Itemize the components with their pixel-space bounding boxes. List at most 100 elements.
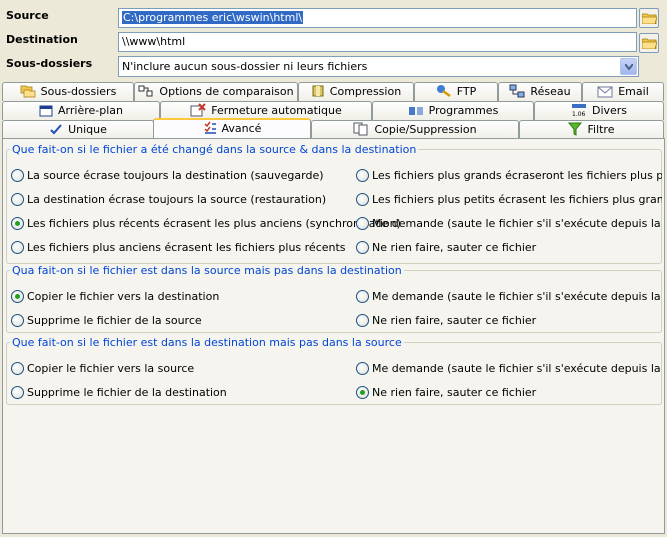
radio-option[interactable]: Les fichiers plus récents écrasent les p…	[11, 217, 401, 231]
radio-option[interactable]: Les fichiers plus grands écraseront les …	[356, 169, 662, 183]
tab-compression[interactable]: Compression	[298, 82, 414, 101]
tab-label: Filtre	[587, 123, 615, 136]
browse-destination-button[interactable]	[639, 33, 659, 53]
compare-icon	[138, 85, 153, 97]
radio-option[interactable]: Me demande (saute le fichier s'il s'exéc…	[356, 362, 662, 376]
group-title: Qua fait-on si le fichier est dans la so…	[10, 264, 404, 277]
radio-button[interactable]	[356, 362, 369, 375]
copy-icon	[353, 122, 368, 136]
autoclose-icon	[190, 103, 206, 117]
programs-icon	[408, 107, 423, 115]
radio-option[interactable]: Me demande (saute le fichier s'il s'exéc…	[356, 217, 662, 231]
radio-option[interactable]: Supprime le fichier de la source	[11, 314, 202, 328]
dropdown-button[interactable]	[620, 58, 637, 75]
source-input[interactable]: C:\programmes eric\wswin\html\	[118, 8, 637, 28]
radio-option[interactable]: Copier le fichier vers la source	[11, 362, 194, 376]
option-label: Copier le fichier vers la source	[27, 362, 195, 375]
tab-ftp[interactable]: FTP	[414, 82, 498, 101]
advanced-panel: Que fait-on si le fichier a été changé d…	[2, 138, 665, 534]
window-icon	[39, 105, 53, 117]
tab-filter[interactable]: Filtre	[519, 120, 664, 139]
radio-button[interactable]	[11, 386, 24, 399]
radio-option[interactable]: Les fichiers plus anciens écrasent les f…	[11, 241, 346, 255]
compression-icon	[312, 85, 324, 97]
radio-option[interactable]: Ne rien faire, sauter ce fichier	[356, 314, 536, 328]
browse-source-button[interactable]	[639, 8, 659, 28]
option-label: Les fichiers plus grands écraseront les …	[372, 169, 662, 182]
filter-icon	[568, 122, 583, 136]
tab-label: Copie/Suppression	[374, 123, 477, 136]
radio-button[interactable]	[356, 193, 369, 206]
destination-value: \\www\html	[122, 35, 186, 48]
tab-label: Email	[618, 85, 649, 98]
group-title: Que fait-on si le fichier est dans la de…	[10, 336, 404, 349]
option-label: La source écrase toujours la destination…	[27, 169, 324, 182]
network-icon	[509, 84, 525, 98]
radio-button[interactable]	[356, 290, 369, 303]
tab-label: Avancé	[221, 122, 262, 135]
option-label: Me demande (saute le fichier s'il s'exéc…	[372, 217, 662, 230]
option-label: Ne rien faire, sauter ce fichier	[372, 314, 537, 327]
tab-email[interactable]: Email	[582, 82, 664, 101]
option-label: Les fichiers plus anciens écrasent les f…	[27, 241, 346, 254]
advanced-icon	[204, 121, 216, 134]
checkmark-icon	[50, 124, 62, 135]
tab-network[interactable]: Réseau	[498, 82, 582, 101]
tab-label: Fermeture automatique	[211, 104, 342, 117]
radio-option[interactable]: Copier le fichier vers la destination	[11, 290, 219, 304]
radio-button[interactable]	[11, 169, 24, 182]
tab-unique[interactable]: Unique	[2, 120, 154, 139]
ftp-icon	[436, 85, 451, 98]
radio-option[interactable]: Ne rien faire, sauter ce fichier	[356, 241, 536, 255]
tab-label: Compression	[329, 85, 402, 98]
tab-label: Sous-dossiers	[40, 85, 117, 98]
tab-label: Arrière-plan	[58, 104, 123, 117]
radio-button[interactable]	[11, 290, 24, 303]
radio-button[interactable]	[356, 241, 369, 254]
radio-button[interactable]	[356, 386, 369, 399]
radio-button[interactable]	[356, 314, 369, 327]
tab-misc[interactable]: 1.06 Divers	[534, 101, 664, 120]
tab-subfolders[interactable]: Sous-dossiers	[2, 82, 134, 101]
destination-input[interactable]: \\www\html	[118, 32, 637, 52]
subfolders-icon	[20, 85, 36, 98]
email-icon	[597, 86, 613, 98]
folder-icon	[642, 13, 657, 24]
svg-text:1.06: 1.06	[572, 111, 586, 117]
tab-background[interactable]: Arrière-plan	[2, 101, 160, 120]
radio-button[interactable]	[11, 314, 24, 327]
subfolders-value: N'inclure aucun sous-dossier ni leurs fi…	[122, 60, 368, 73]
group-title: Que fait-on si le fichier a été changé d…	[10, 143, 419, 156]
radio-button[interactable]	[11, 241, 24, 254]
radio-button[interactable]	[11, 193, 24, 206]
radio-option[interactable]: Les fichiers plus petits écrasent les fi…	[356, 193, 662, 207]
option-label: La destination écrase toujours la source…	[27, 193, 327, 206]
radio-button[interactable]	[356, 169, 369, 182]
option-label: Supprime le fichier de la destination	[27, 386, 227, 399]
tab-label: Programmes	[428, 104, 499, 117]
tab-compare-options[interactable]: Options de comparaison	[134, 82, 298, 101]
radio-option[interactable]: Supprime le fichier de la destination	[11, 386, 227, 400]
folder-icon	[642, 38, 657, 49]
option-label: Me demande (saute le fichier s'il s'exéc…	[372, 290, 662, 303]
destination-label: Destination	[6, 33, 78, 46]
subfolders-label: Sous-dossiers	[6, 57, 93, 70]
tab-label: Réseau	[530, 85, 571, 98]
option-label: Les fichiers plus récents écrasent les p…	[27, 217, 401, 230]
tab-label: Divers	[591, 104, 628, 117]
radio-button[interactable]	[11, 362, 24, 375]
source-value: C:\programmes eric\wswin\html\	[122, 11, 304, 24]
subfolders-select[interactable]: N'inclure aucun sous-dossier ni leurs fi…	[118, 56, 639, 77]
tab-advanced[interactable]: Avancé	[153, 118, 311, 138]
radio-option[interactable]: Me demande (saute le fichier s'il s'exéc…	[356, 290, 662, 304]
radio-option[interactable]: La destination écrase toujours la source…	[11, 193, 326, 207]
tab-copy-delete[interactable]: Copie/Suppression	[311, 120, 519, 139]
option-label: Ne rien faire, sauter ce fichier	[372, 386, 537, 399]
radio-option[interactable]: Ne rien faire, sauter ce fichier	[356, 386, 536, 400]
radio-option[interactable]: La source écrase toujours la destination…	[11, 169, 324, 183]
source-label: Source	[6, 9, 49, 22]
radio-button[interactable]	[11, 217, 24, 230]
radio-button[interactable]	[356, 217, 369, 230]
tab-programs[interactable]: Programmes	[372, 101, 534, 120]
chevron-down-icon	[625, 64, 633, 70]
